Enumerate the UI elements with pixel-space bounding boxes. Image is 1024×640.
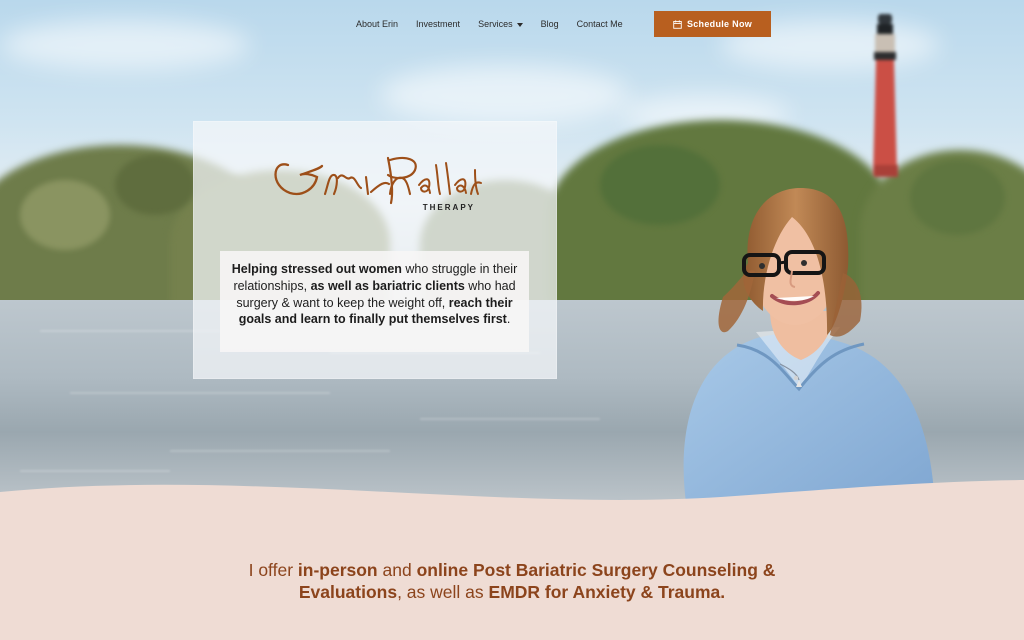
- brand-logo[interactable]: THERAPY: [270, 150, 485, 230]
- logo-script-mark: [274, 156, 482, 205]
- tree-cluster: [20, 180, 110, 250]
- offer-highlight: EMDR for Anxiety & Trauma.: [488, 582, 726, 602]
- tagline-highlight: Helping stressed out women: [231, 262, 402, 276]
- chevron-down-icon: [516, 22, 523, 27]
- offer-text: I offer: [248, 560, 298, 580]
- cloud: [0, 20, 250, 70]
- calendar-icon: [673, 19, 682, 29]
- hero-tagline: Helping stressed out women who struggle …: [231, 261, 518, 328]
- nav-link-services[interactable]: Services: [478, 19, 523, 29]
- offer-highlight: in-person: [297, 560, 378, 580]
- homepage: About Erin Investment Services Blog Cont…: [0, 0, 1024, 640]
- lighthouse-illustration: [873, 14, 898, 177]
- nav-link-blog[interactable]: Blog: [541, 19, 559, 29]
- offer-text: and: [377, 560, 417, 580]
- tree-cluster: [115, 155, 195, 215]
- tagline-box: Helping stressed out women who struggle …: [220, 251, 529, 352]
- nav-link-about-erin[interactable]: About Erin: [356, 19, 398, 29]
- services-intro-text: I offer in-person and online Post Bariat…: [220, 559, 804, 603]
- therapist-portrait: [683, 187, 935, 510]
- tagline-text: .: [506, 312, 511, 327]
- main-navigation: About Erin Investment Services Blog Cont…: [356, 10, 623, 38]
- schedule-now-label: Schedule Now: [686, 19, 753, 29]
- nav-link-investment[interactable]: Investment: [416, 19, 460, 29]
- nav-link-services-label: Services: [478, 19, 513, 29]
- nav-link-contact-me[interactable]: Contact Me: [577, 19, 623, 29]
- cloud: [380, 65, 630, 125]
- schedule-now-button[interactable]: Schedule Now: [654, 11, 771, 37]
- hero-card: THERAPY Helping stressed out women who s…: [193, 121, 557, 379]
- tagline-highlight: as well as bariatric clients: [310, 278, 465, 293]
- section-curve-divider: [0, 480, 1024, 530]
- logo-subtitle: THERAPY: [422, 203, 475, 212]
- offer-text: , as well as: [397, 582, 489, 602]
